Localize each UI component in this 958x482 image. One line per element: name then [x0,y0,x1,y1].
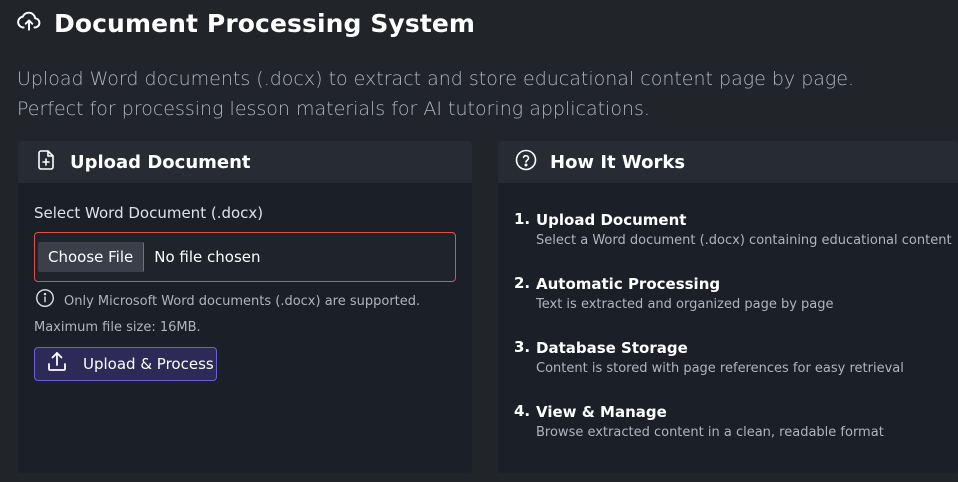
step-number: 4. [514,402,531,420]
upload-process-label: Upload & Process [83,355,214,373]
how-card-header: How It Works [498,141,958,183]
page-title: Document Processing System [54,8,476,38]
steps-list: 1. Upload Document Select a Word documen… [514,210,954,466]
upload-process-button[interactable]: Upload & Process [34,347,217,381]
step-description: Select a Word document (.docx) containin… [536,233,952,248]
step-item: 3. Database Storage Content is stored wi… [514,338,954,380]
step-title: Automatic Processing [536,275,721,293]
page-description: Upload Word documents (.docx) to extract… [17,68,855,120]
file-field-label: Select Word Document (.docx) [34,204,264,222]
step-title: Database Storage [536,339,688,357]
file-status-text: No file chosen [154,248,261,266]
step-description: Browse extracted content in a clean, rea… [536,425,884,440]
file-plus-icon [34,148,58,176]
file-hint: Only Microsoft Word documents (.docx) ar… [34,287,454,339]
step-title: View & Manage [536,403,667,421]
upload-icon [45,350,69,378]
hint-max-size: Maximum file size: 16MB. [34,320,201,335]
step-number: 1. [514,210,531,228]
step-description: Text is extracted and organized page by … [536,297,834,312]
how-card-title: How It Works [550,151,686,173]
step-description: Content is stored with page references f… [536,361,904,376]
hint-supported-formats: Only Microsoft Word documents (.docx) ar… [64,294,421,309]
upload-card-title: Upload Document [70,151,251,173]
step-item: 1. Upload Document Select a Word documen… [514,210,954,252]
step-item: 4. View & Manage Browse extracted conten… [514,402,954,444]
step-item: 2. Automatic Processing Text is extracte… [514,274,954,316]
file-input[interactable]: Choose File No file chosen [34,232,456,282]
how-it-works-card: How It Works 1. Upload Document Select a… [498,141,958,473]
choose-file-button[interactable]: Choose File [38,242,145,272]
info-icon [34,287,56,317]
question-circle-icon [514,148,538,176]
cloud-upload-icon [16,8,42,38]
upload-card: Upload Document Select Word Document (.d… [18,141,472,473]
step-title: Upload Document [536,211,687,229]
step-number: 3. [514,338,531,356]
upload-card-header: Upload Document [18,141,472,183]
step-number: 2. [514,274,531,292]
page-header: Document Processing System [16,8,475,38]
